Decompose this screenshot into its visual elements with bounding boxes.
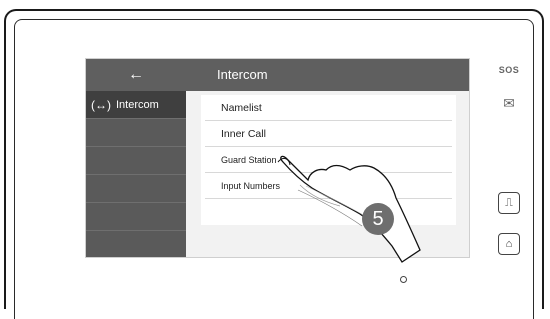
door-button[interactable]: ⎍ bbox=[490, 192, 528, 214]
mail-icon[interactable]: ✉ bbox=[490, 95, 528, 112]
list-item-inner-call[interactable]: Inner Call bbox=[205, 121, 452, 147]
status-indicator-light bbox=[400, 276, 407, 283]
sidebar-empty-row bbox=[86, 147, 186, 175]
list-item-input-numbers[interactable]: Input Numbers bbox=[205, 173, 452, 199]
list-item-namelist[interactable]: Namelist bbox=[205, 95, 452, 121]
back-button[interactable]: ← bbox=[86, 59, 186, 91]
page-title: Intercom bbox=[217, 67, 268, 82]
intercom-menu-list: Namelist Inner Call Guard Station Input … bbox=[201, 95, 456, 225]
chat-button[interactable]: ⌂ bbox=[490, 233, 528, 255]
display-screen: ← Intercom (↔) Intercom Namelist Inner C… bbox=[85, 58, 470, 258]
sidebar-empty-row bbox=[86, 119, 186, 147]
sidebar-empty-row bbox=[86, 175, 186, 203]
back-arrow-icon: ← bbox=[128, 66, 144, 83]
sidebar-empty-row bbox=[86, 203, 186, 231]
step-number-badge: 5 bbox=[362, 203, 394, 235]
sidebar-item-label: Intercom bbox=[116, 98, 159, 111]
chat-icon: ⌂ bbox=[498, 233, 520, 255]
sidebar-item-intercom[interactable]: (↔) Intercom bbox=[86, 91, 186, 119]
list-item-guard-station[interactable]: Guard Station bbox=[205, 147, 452, 173]
sidebar: (↔) Intercom bbox=[86, 91, 186, 257]
door-icon: ⎍ bbox=[498, 192, 520, 214]
sos-button[interactable]: SOS bbox=[490, 65, 528, 75]
top-bar: ← Intercom bbox=[86, 59, 469, 91]
intercom-icon: (↔) bbox=[91, 97, 111, 112]
